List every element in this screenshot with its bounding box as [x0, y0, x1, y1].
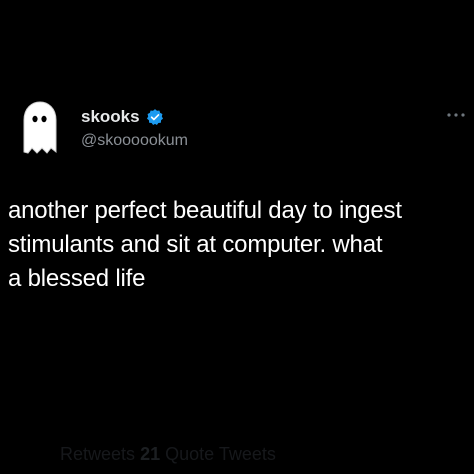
tweet-header: skooks @skoooookum [81, 107, 188, 151]
name-row: skooks [81, 107, 188, 127]
tweet-line: a blessed life [8, 265, 146, 292]
tweet-text: another perfect beautiful day to ingest … [8, 194, 470, 296]
verified-badge-icon [146, 108, 164, 126]
user-handle[interactable]: @skoooookum [81, 131, 188, 151]
tweet-line: another perfect beautiful day to ingest [8, 197, 402, 224]
tweet-card: skooks @skoooookum another perfect beaut… [0, 0, 474, 474]
retweets-label[interactable]: Retweets [60, 444, 135, 464]
ghost-avatar-icon [23, 101, 57, 154]
tweet-stats: Retweets 21 Quote Tweets [60, 444, 276, 465]
tweet-line: stimulants and sit at computer. what [8, 231, 383, 258]
quote-label[interactable]: Quote Tweets [165, 444, 276, 464]
more-dots-icon[interactable] [445, 110, 467, 120]
display-name[interactable]: skooks [81, 107, 140, 127]
quote-count: 21 [140, 444, 161, 464]
avatar[interactable] [14, 96, 66, 160]
